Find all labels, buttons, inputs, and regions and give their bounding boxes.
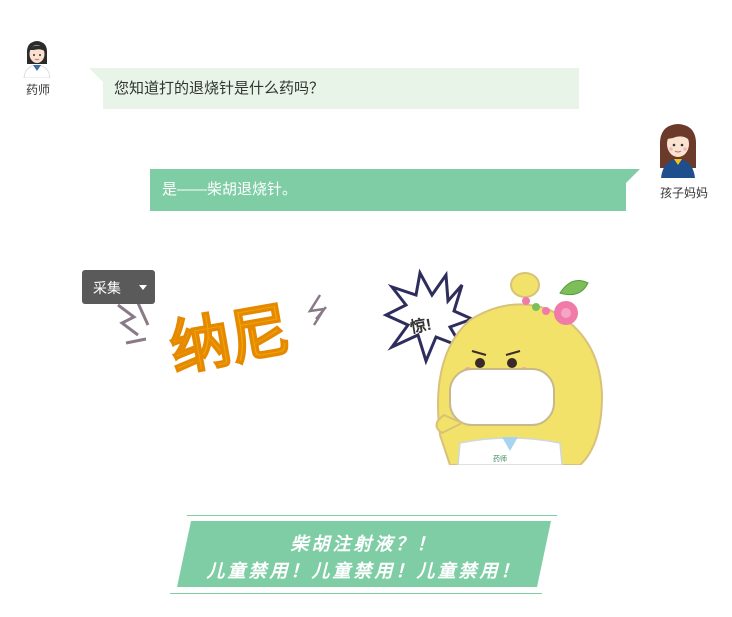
collect-button[interactable]: 采集 — [82, 270, 155, 304]
banner-line2: 儿童禁用！儿童禁用！儿童禁用！ — [206, 561, 522, 581]
collect-label: 采集 — [93, 280, 121, 296]
pharmacist-message-bubble: 您知道打的退烧针是什么药吗？ — [103, 68, 579, 109]
sticker-badge-text: 药师 — [493, 454, 507, 463]
banner-divider — [187, 515, 557, 516]
pharmacist-name: 药师 — [26, 83, 51, 97]
pharmacist-avatar — [21, 38, 53, 79]
bubble-tail — [89, 68, 103, 82]
banner-divider — [170, 593, 542, 594]
nani-sticker: 纳尼 惊! 药师 — [110, 265, 610, 466]
caret-down-icon[interactable] — [139, 285, 147, 290]
mother-message-bubble: 是——柴胡退烧针。 — [150, 169, 626, 211]
mother-name: 孩子妈妈 — [660, 186, 709, 200]
sticker-main-text: 纳尼 — [165, 296, 295, 383]
bubble-tail — [626, 169, 640, 183]
banner-line1: 柴胡注射液？！ — [290, 534, 438, 554]
mother-avatar — [657, 122, 699, 178]
warning-banner: 柴胡注射液？！ 儿童禁用！儿童禁用！儿童禁用！ — [177, 521, 551, 587]
